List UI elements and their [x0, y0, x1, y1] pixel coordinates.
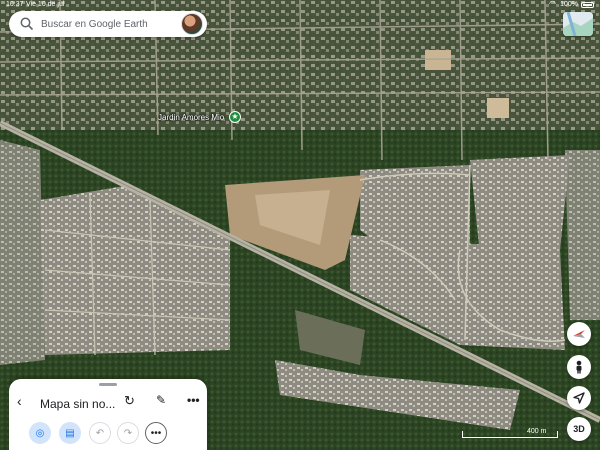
- more-icon: •••: [150, 427, 162, 439]
- avatar[interactable]: [181, 13, 203, 35]
- search-input[interactable]: Buscar en Google Earth: [41, 19, 181, 30]
- add-place-button[interactable]: ◎: [29, 422, 51, 444]
- toggle-3d-button[interactable]: 3D: [567, 417, 591, 441]
- map-thumbnail-icon: [563, 12, 593, 36]
- undo-icon: ↶: [95, 427, 105, 439]
- pegman-icon: [576, 360, 582, 374]
- status-bar: 10:37 Vie 10 de jul ◠ 100%: [0, 0, 600, 10]
- more-options-button[interactable]: •••: [187, 393, 200, 407]
- ruler-button[interactable]: ▤: [59, 422, 81, 444]
- place-pin-icon[interactable]: ★: [229, 111, 241, 123]
- battery-percent: 100%: [560, 1, 578, 8]
- redo-button[interactable]: ↷: [117, 422, 139, 444]
- battery-icon: [581, 2, 594, 8]
- project-title[interactable]: Mapa sin no...: [40, 397, 115, 411]
- search-icon: [20, 17, 34, 31]
- wifi-icon: ◠: [549, 0, 556, 8]
- back-button[interactable]: ‹: [17, 393, 22, 409]
- my-location-button[interactable]: [567, 386, 591, 410]
- drag-handle[interactable]: [99, 383, 117, 386]
- status-date: Vie 10 de jul: [26, 1, 65, 8]
- layers-button[interactable]: [563, 12, 593, 36]
- scale-label: 400 m: [527, 428, 547, 435]
- place-label[interactable]: Jardin Amores Mio: [158, 113, 224, 122]
- redo-icon: ↷: [123, 427, 133, 439]
- edit-button[interactable]: ✎: [156, 393, 166, 407]
- compass-icon: [573, 330, 585, 338]
- more-tools-button[interactable]: •••: [145, 422, 167, 444]
- refresh-button[interactable]: ↻: [124, 393, 135, 409]
- project-panel: ‹ Mapa sin no... ↻ ✎ ••• ◎ ▤ ↶ ↷ •••: [9, 379, 207, 450]
- undo-button[interactable]: ↶: [89, 422, 111, 444]
- search-bar[interactable]: Buscar en Google Earth: [9, 11, 207, 37]
- compass-button[interactable]: [567, 322, 591, 346]
- ruler-icon: ▤: [65, 427, 75, 439]
- location-arrow-icon: [573, 392, 585, 404]
- add-place-icon: ◎: [35, 427, 45, 439]
- street-view-button[interactable]: [567, 355, 591, 379]
- status-time: 10:37: [6, 1, 24, 8]
